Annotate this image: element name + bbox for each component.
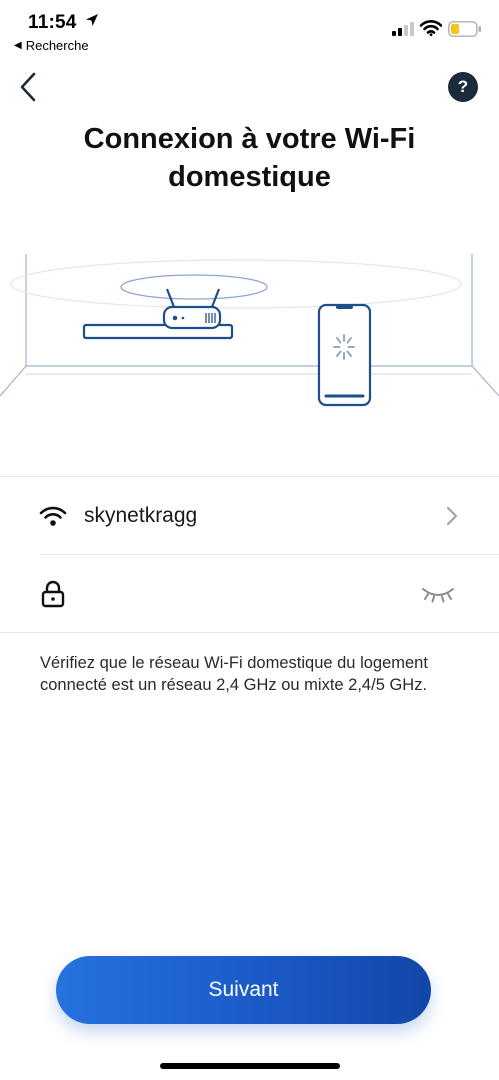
lock-icon [41,580,65,608]
cellular-signal-icon [392,22,414,36]
chevron-right-icon [447,507,457,525]
status-time: 11:54 [28,12,77,33]
location-arrow-icon [86,14,98,26]
back-to-app-link[interactable]: ◀ Recherche [14,38,89,53]
help-button[interactable]: ? [448,72,478,102]
home-indicator [160,1063,340,1069]
back-chevron-icon[interactable] [14,70,44,104]
router-phone-illustration [0,254,499,407]
wifi-network-selector[interactable]: skynetkragg [0,478,499,554]
back-to-app-label: Recherche [25,38,89,53]
wifi-status-icon [420,20,442,36]
section-divider [0,476,499,477]
battery-icon [448,21,481,37]
section-divider [0,632,499,633]
page-title: Connexion à votre Wi-Fi domestique [83,123,416,193]
next-button-label: Suivant [208,978,279,1001]
network-requirement-text: Vérifiez que le réseau Wi-Fi domestique … [40,654,428,694]
eye-closed-icon[interactable] [420,584,456,604]
network-ssid: skynetkragg [84,504,198,527]
status-bar: 11:54 ◀ Recherche [0,0,499,60]
wifi-password-field[interactable] [0,556,499,632]
back-triangle-icon: ◀ [14,40,22,51]
row-divider [40,554,499,555]
help-question-icon: ? [457,77,469,96]
next-button[interactable]: Suivant [56,956,431,1024]
wifi-icon [39,506,67,526]
